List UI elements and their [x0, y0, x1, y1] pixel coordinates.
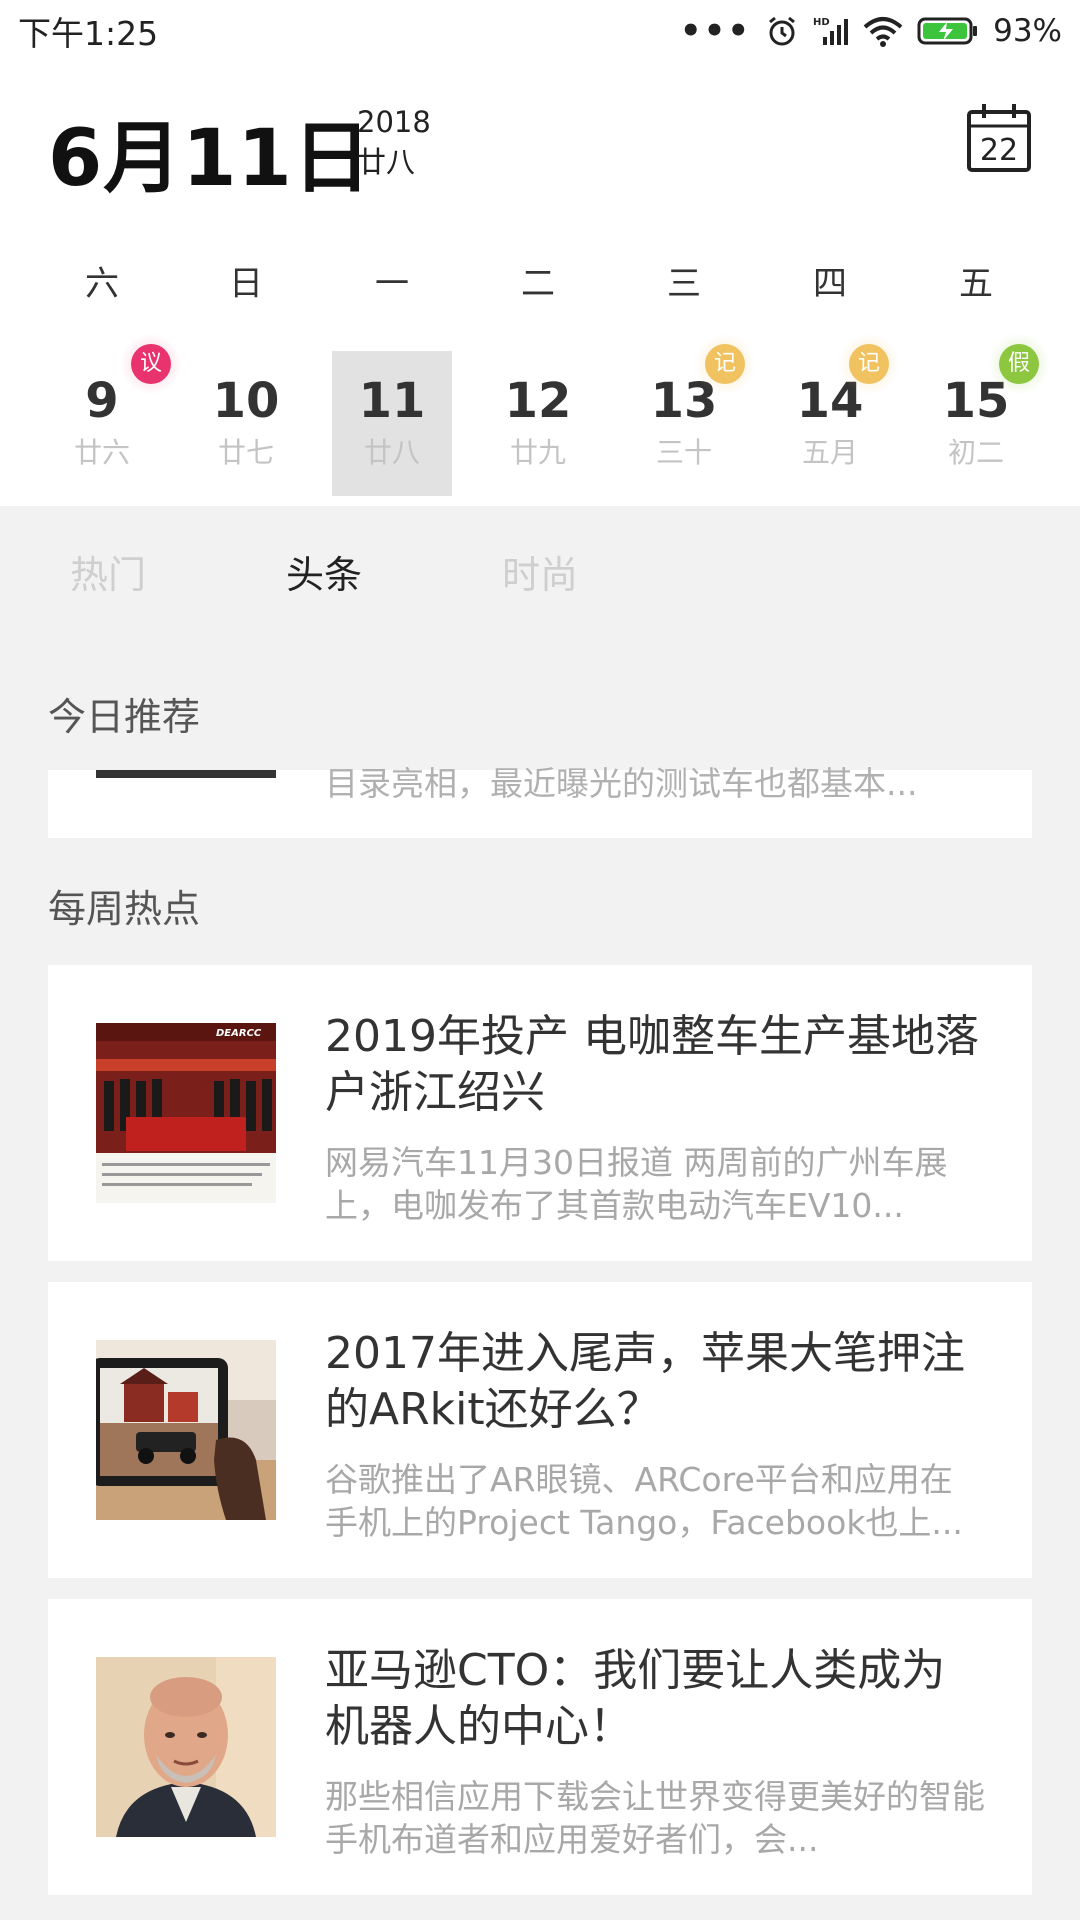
ar-tablet-image: [96, 1340, 276, 1520]
article-desc: 网易汽车11月30日报道 两周前的广州车展上，电咖发布了其首款电动汽车EV10.…: [325, 1143, 948, 1225]
section-title-weekly: 每周热点: [48, 887, 201, 931]
article-thumbnail: [96, 1657, 276, 1837]
article-desc: 目录亮相，最近曝光的测试车也都基本...: [325, 764, 918, 803]
article-card[interactable]: 2017年进入尾声，苹果大笔押注的ARkit还好么？ 谷歌推出了AR眼镜、ARC…: [48, 1282, 1032, 1578]
calendar-icon-day: 22: [980, 133, 1018, 168]
article-thumbnail: DEARCC: [96, 1023, 276, 1203]
status-bar: 下午1:25 ••• HD 93%: [0, 0, 1080, 62]
meeting-badge: 议: [131, 344, 171, 384]
calendar-icon: 22: [967, 104, 1031, 172]
partial-thumbnail: [96, 770, 276, 778]
day-cell-12[interactable]: 12 廿九: [478, 351, 598, 496]
holiday-badge: 假: [999, 344, 1039, 384]
year-lunar-block: 2018 廿八: [357, 102, 431, 182]
note-badge: 记: [849, 344, 889, 384]
battery-percent: 93%: [993, 13, 1062, 49]
weekday-label: 四: [813, 264, 847, 304]
current-lunar-date: 廿八: [357, 145, 416, 179]
weekday-label: 五: [959, 264, 993, 304]
weekday-label: 三: [667, 264, 701, 304]
day-number: 11: [358, 373, 426, 429]
tab-fashion[interactable]: 时尚: [432, 510, 648, 640]
article-thumbnail: [96, 1340, 276, 1520]
factory-signing-image: DEARCC: [96, 1023, 276, 1203]
day-number: 10: [212, 373, 280, 429]
day-lunar: 廿八: [363, 436, 420, 469]
article-desc: 谷歌推出了AR眼镜、ARCore平台和应用在手机上的Project Tango，…: [325, 1460, 963, 1542]
weekday-label: 二: [521, 264, 555, 304]
week-strip: 六 日 一 二 三 四 五 议 9 廿六 10 廿七 11 廿八 12 廿九 记…: [0, 246, 1080, 506]
day-lunar: 三十: [655, 436, 712, 469]
calendar-today-button[interactable]: 22: [966, 102, 1032, 174]
battery-charging-icon: [917, 17, 978, 45]
tab-hot[interactable]: 热门: [0, 510, 216, 640]
day-lunar: 廿七: [217, 436, 274, 469]
svg-text:DEARCC: DEARCC: [216, 1028, 262, 1039]
article-title: 2019年投产 电咖整车生产基地落户浙江绍兴: [325, 1011, 979, 1118]
portrait-image: [96, 1657, 276, 1837]
weekday-label: 日: [229, 264, 263, 304]
alarm-icon: [769, 16, 796, 46]
article-title: 2017年进入尾声，苹果大笔押注的ARkit还好么？: [325, 1328, 965, 1435]
current-date: 6月11日: [48, 114, 372, 204]
status-time: 下午1:25: [18, 14, 159, 53]
day-lunar: 廿六: [73, 436, 130, 469]
tab-headlines[interactable]: 头条: [216, 510, 432, 640]
article-card-partial[interactable]: 目录亮相，最近曝光的测试车也都基本...: [48, 764, 1032, 838]
day-cell-9[interactable]: 议 9 廿六: [42, 333, 182, 496]
day-cell-13[interactable]: 记 13 三十: [624, 333, 756, 496]
article-card[interactable]: 亚马逊CTO：我们要让人类成为机器人的中心！ 那些相信应用下载会让世界变得更美好…: [48, 1599, 1032, 1895]
weekday-label: 一: [375, 264, 409, 304]
category-tabs: 热门 头条 时尚: [0, 510, 1080, 640]
note-badge: 记: [705, 344, 745, 384]
hd-signal-icon: HD: [813, 17, 849, 45]
svg-text:HD: HD: [813, 17, 830, 28]
day-lunar: 五月: [801, 436, 858, 469]
day-lunar: 廿九: [509, 436, 566, 469]
weekday-label: 六: [85, 264, 119, 304]
day-number: 12: [504, 373, 572, 429]
weekday-row: 六 日 一 二 三 四 五: [0, 246, 1080, 306]
article-card[interactable]: DEARCC 2019年投产 电咖整车生产基地落户浙江绍兴 网易汽车11月30日…: [48, 965, 1032, 1261]
day-lunar: 初二: [947, 436, 1004, 469]
date-header: 6月11日 2018 廿八 22: [0, 62, 1080, 262]
current-year: 2018: [357, 105, 431, 139]
more-dots-icon: •••: [679, 11, 752, 51]
day-cell-14[interactable]: 记 14 五月: [770, 333, 900, 496]
day-cell-10[interactable]: 10 廿七: [186, 351, 306, 496]
wifi-icon: [863, 17, 903, 47]
day-cell-11-selected[interactable]: 11 廿八: [332, 351, 452, 496]
article-title: 亚马逊CTO：我们要让人类成为机器人的中心！: [325, 1645, 946, 1752]
section-title-today: 今日推荐: [48, 695, 201, 739]
day-cell-15[interactable]: 假 15 初二: [916, 333, 1050, 496]
article-desc: 那些相信应用下载会让世界变得更美好的智能手机布道者和应用爱好者们，会...: [325, 1777, 985, 1859]
status-icons: ••• HD 93%: [680, 11, 1062, 51]
